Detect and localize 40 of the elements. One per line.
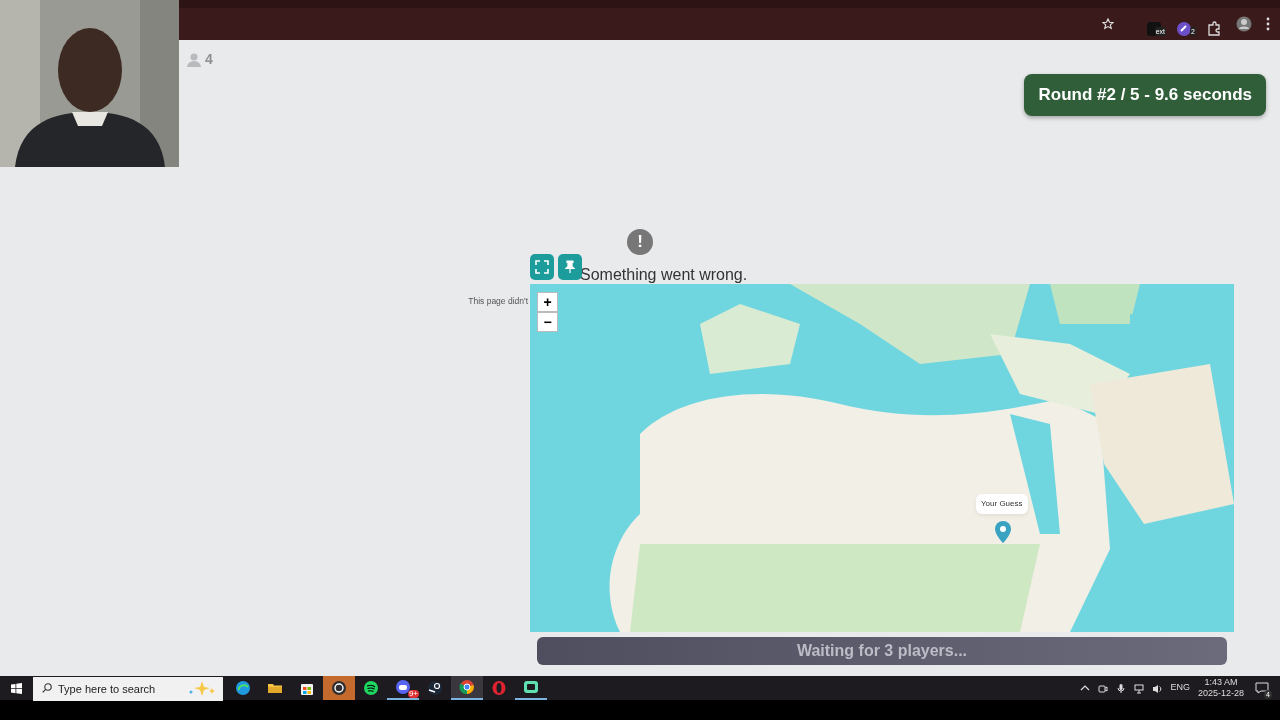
person-icon [187, 52, 201, 67]
zoom-in-button[interactable]: + [537, 292, 558, 312]
app-badge: 9+ [407, 690, 419, 698]
status-bar: Waiting for 3 players... [537, 637, 1227, 665]
pin-icon [563, 260, 577, 274]
fullscreen-icon [535, 260, 549, 274]
browser-icon [459, 679, 475, 695]
clock-time[interactable]: 1:43 AM [1197, 677, 1244, 688]
volume-icon[interactable] [1152, 682, 1163, 694]
round-banner: Round #2 / 5 - 9.6 seconds [1024, 74, 1266, 116]
windows-icon [11, 682, 22, 694]
music-icon [363, 680, 379, 696]
fullscreen-button[interactable] [530, 254, 554, 280]
pin-button[interactable] [558, 254, 582, 280]
zoom-out-button[interactable]: − [537, 312, 558, 332]
taskbar-app[interactable] [451, 676, 483, 700]
player-count: 4 [205, 50, 213, 69]
error-icon: ! [627, 229, 653, 255]
bot-icon [523, 679, 539, 695]
camera-icon[interactable] [1098, 682, 1109, 694]
taskbar-app[interactable] [323, 676, 355, 700]
sparkle-icon [187, 679, 217, 696]
star-icon[interactable] [1102, 18, 1114, 30]
map-pin-icon[interactable] [995, 521, 1011, 543]
microphone-icon[interactable] [1116, 682, 1127, 694]
clock-date[interactable]: 2025-12-28 [1197, 688, 1244, 699]
map-marker-label: Your Guess [976, 494, 1028, 514]
network-icon[interactable] [1134, 682, 1145, 694]
message-icon [1255, 681, 1269, 694]
search-icon [42, 682, 52, 693]
search-field[interactable]: Type here to search [33, 676, 223, 701]
chat-icon [395, 679, 411, 695]
puzzle-icon [1206, 20, 1222, 37]
error-detail: This page didn't [468, 295, 528, 308]
error-message: Something went wrong. [580, 265, 748, 285]
record-icon [331, 680, 347, 696]
shield-icon [1176, 20, 1192, 37]
language-indicator[interactable]: ENG [1170, 681, 1190, 695]
more-menu-icon[interactable] [1266, 17, 1270, 31]
profile-avatar-icon[interactable] [1236, 16, 1252, 32]
